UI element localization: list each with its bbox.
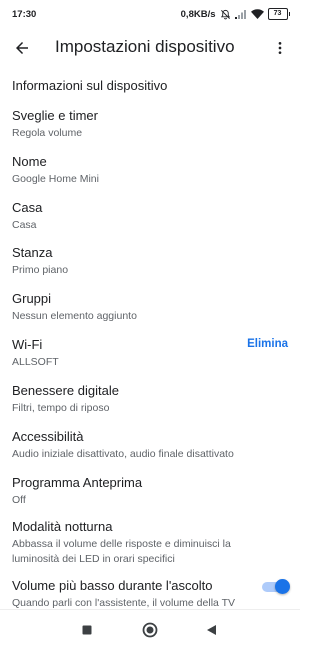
setting-subtitle-line-1: Abbassa il volume delle risposte e dimin… <box>12 538 231 550</box>
arrow-back-icon <box>16 42 28 54</box>
setting-title: Nome <box>12 154 47 169</box>
setting-title: Casa <box>12 200 43 215</box>
section-header: Informazioni sul dispositivo <box>12 78 168 93</box>
battery-icon: 73 <box>267 8 290 20</box>
setting-digital-wellbeing[interactable]: Benessere digitale Filtri, tempo di ripo… <box>12 383 290 415</box>
setting-subtitle: Off <box>12 494 26 506</box>
setting-name[interactable]: Nome Google Home Mini <box>12 154 290 186</box>
setting-subtitle-line-2: luminosità dei LED in orari specifici <box>12 553 175 565</box>
setting-groups[interactable]: Gruppi Nessun elemento aggiunto <box>12 291 290 323</box>
more-options-button[interactable] <box>268 36 292 60</box>
status-icons: 0,8KB/s 73 <box>181 8 290 20</box>
setting-subtitle: ALLSOFT <box>12 356 59 368</box>
setting-title: Gruppi <box>12 291 52 306</box>
screen: 17:30 0,8KB/s 73 Impostazioni dispositiv… <box>0 0 300 650</box>
setting-lower-volume-listening[interactable]: Volume più basso durante l'ascolto Quand… <box>12 578 250 610</box>
signal-icon <box>234 9 247 19</box>
system-nav-bar <box>0 609 300 650</box>
setting-title: Sveglie e timer <box>12 108 98 123</box>
network-speed: 0,8KB/s <box>180 8 216 20</box>
recents-square-icon <box>82 625 92 635</box>
home-button[interactable] <box>140 620 160 640</box>
setting-title: Accessibilità <box>12 429 84 444</box>
setting-title: Stanza <box>12 245 53 260</box>
status-bar: 17:30 0,8KB/s 73 <box>0 0 300 28</box>
setting-accessibility[interactable]: Accessibilità Audio iniziale disattivato… <box>12 429 290 461</box>
setting-room[interactable]: Stanza Primo piano <box>12 245 290 277</box>
setting-subtitle: Casa <box>12 219 37 231</box>
setting-home[interactable]: Casa Casa <box>12 200 290 232</box>
back-triangle-icon <box>206 625 216 635</box>
setting-subtitle: Nessun elemento aggiunto <box>12 310 137 322</box>
toggle-thumb <box>275 579 290 594</box>
page-title: Impostazioni dispositivo <box>55 37 235 56</box>
home-circle-icon <box>142 622 158 638</box>
setting-subtitle: Audio iniziale disattivato, audio finale… <box>12 448 234 460</box>
setting-subtitle: Regola volume <box>12 127 83 139</box>
more-vert-icon <box>278 42 282 54</box>
setting-wifi[interactable]: Wi-Fi ALLSOFT <box>12 337 230 369</box>
setting-subtitle: Quando parli con l'assistente, il volume… <box>12 597 236 609</box>
setting-title: Modalità notturna <box>12 519 113 534</box>
setting-subtitle: Filtri, tempo di riposo <box>12 402 110 414</box>
back-button[interactable] <box>10 36 34 60</box>
setting-night-mode[interactable]: Modalità notturna Abbassa il volume dell… <box>12 519 290 566</box>
app-bar: Impostazioni dispositivo <box>0 28 300 68</box>
wifi-icon <box>250 9 264 19</box>
lower-volume-toggle[interactable] <box>260 578 290 596</box>
system-back-button[interactable] <box>201 620 221 640</box>
setting-alarms-timers[interactable]: Sveglie e timer Regola volume <box>12 108 290 140</box>
setting-title: Wi-Fi <box>12 337 43 352</box>
setting-title: Benessere digitale <box>12 383 119 398</box>
setting-preview-program[interactable]: Programma Anteprima Off <box>12 475 290 507</box>
setting-subtitle: Primo piano <box>12 264 69 276</box>
battery-level: 73 <box>267 8 288 20</box>
status-time: 17:30 <box>12 8 37 20</box>
forget-wifi-button[interactable]: Elimina <box>247 338 288 350</box>
setting-title: Volume più basso durante l'ascolto <box>12 578 213 593</box>
setting-subtitle: Google Home Mini <box>12 173 99 185</box>
recents-button[interactable] <box>77 620 97 640</box>
setting-title: Programma Anteprima <box>12 475 143 490</box>
mute-icon <box>220 9 231 20</box>
